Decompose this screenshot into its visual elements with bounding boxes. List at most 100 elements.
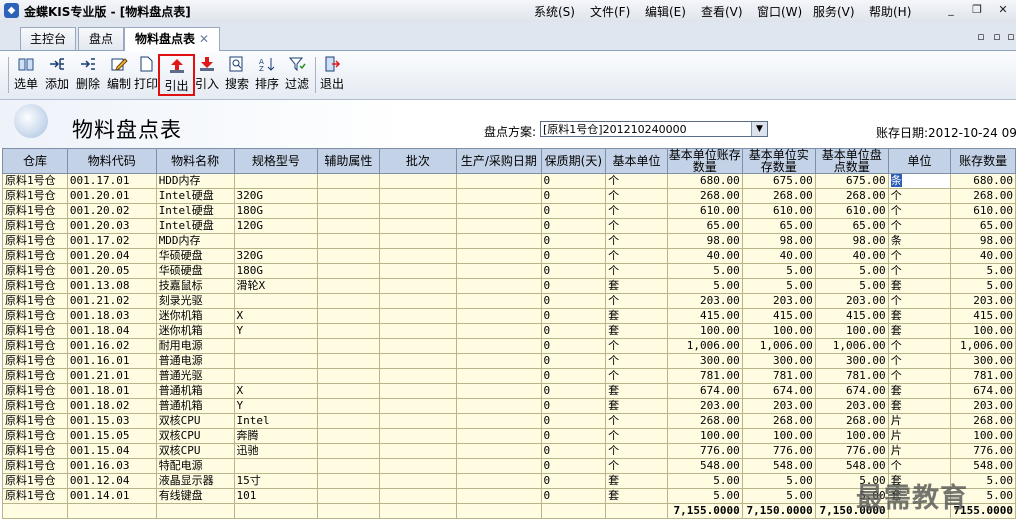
cell-material-name[interactable]: 迷你机箱 [155, 323, 235, 339]
cell-spec[interactable] [233, 353, 319, 369]
cell-warehouse[interactable]: 原料1号仓 [2, 173, 68, 189]
cell-spec[interactable] [233, 173, 319, 189]
cell-material-code[interactable]: 001.18.04 [66, 323, 157, 339]
cell-shelf-life[interactable]: 0 [540, 203, 607, 219]
cell-material-code[interactable]: 001.20.02 [66, 203, 157, 219]
cell-warehouse[interactable]: 原料1号仓 [2, 233, 68, 249]
cell-batch[interactable] [378, 323, 458, 339]
cell-base-unit[interactable]: 个 [605, 218, 668, 234]
cell-aux-attr[interactable] [317, 368, 380, 384]
cell-material-name[interactable]: MDD内存 [155, 233, 235, 249]
cell-book-qty[interactable]: 5.00 [666, 278, 743, 294]
cell-batch[interactable] [378, 248, 458, 264]
cell-shelf-life[interactable]: 0 [540, 368, 607, 384]
cell-actual-qty[interactable]: 268.00 [741, 413, 816, 429]
cell-material-name[interactable]: 普通机箱 [155, 398, 235, 414]
cell-prod-date[interactable] [456, 323, 542, 339]
table-row[interactable]: 原料1号仓 001.20.01 Intel硬盘 320G 0 个 268.00 268.00 2… [2, 188, 1016, 204]
cell-spec[interactable]: 迅驰 [233, 443, 319, 459]
export-button[interactable]: 引出 [158, 54, 195, 96]
cell-material-name[interactable]: Intel硬盘 [155, 218, 235, 234]
table-row[interactable]: 原料1号仓 001.20.02 Intel硬盘 180G 0 个 610.00 610.00 6… [2, 203, 1016, 219]
cell-batch[interactable] [378, 188, 458, 204]
cell-base-unit[interactable]: 个 [605, 443, 668, 459]
cell-warehouse[interactable]: 原料1号仓 [2, 278, 68, 294]
cell-count-qty[interactable]: 610.00 [814, 203, 889, 219]
col-unit[interactable]: 单位 [887, 148, 952, 174]
cell-book-qty[interactable]: 1,006.00 [666, 338, 743, 354]
cell-unit[interactable]: 条 [887, 233, 952, 249]
cell-actual-qty[interactable]: 5.00 [741, 278, 816, 294]
cell-book-qty-unit[interactable]: 415.00 [950, 308, 1016, 324]
table-row[interactable]: 原料1号仓 001.15.03 双核CPU Intel 0 个 268.00 268.00 26… [2, 413, 1016, 429]
cell-actual-qty[interactable]: 1,006.00 [741, 338, 816, 354]
cell-book-qty-unit[interactable]: 610.00 [950, 203, 1016, 219]
cell-warehouse[interactable]: 原料1号仓 [2, 338, 68, 354]
table-row[interactable]: 原料1号仓 001.16.02 耐用电源 0 个 1,006.00 1,006.00 1,00… [2, 338, 1016, 354]
cell-spec[interactable]: Intel [233, 413, 319, 429]
cell-count-qty[interactable]: 65.00 [814, 218, 889, 234]
cell-unit[interactable]: 个 [887, 203, 952, 219]
cell-warehouse[interactable]: 原料1号仓 [2, 488, 68, 504]
cell-prod-date[interactable] [456, 248, 542, 264]
cell-aux-attr[interactable] [317, 248, 380, 264]
cell-material-name[interactable]: 刻录光驱 [155, 293, 235, 309]
cell-prod-date[interactable] [456, 338, 542, 354]
cell-batch[interactable] [378, 278, 458, 294]
cell-book-qty-unit[interactable]: 776.00 [950, 443, 1016, 459]
cell-spec[interactable] [233, 233, 319, 249]
cell-material-name[interactable]: 普通电源 [155, 353, 235, 369]
cell-count-qty[interactable]: 781.00 [814, 368, 889, 384]
cell-base-unit[interactable]: 个 [605, 233, 668, 249]
cell-aux-attr[interactable] [317, 218, 380, 234]
cell-actual-qty[interactable]: 40.00 [741, 248, 816, 264]
cell-unit[interactable]: 片 [887, 428, 952, 444]
cell-unit[interactable]: 套 [887, 383, 952, 399]
table-row[interactable]: 原料1号仓 001.15.04 双核CPU 迅驰 0 个 776.00 776.00 776.0… [2, 443, 1016, 459]
cell-batch[interactable] [378, 458, 458, 474]
table-row[interactable]: 原料1号仓 001.15.05 双核CPU 奔腾 0 个 100.00 100.00 100.0… [2, 428, 1016, 444]
cell-prod-date[interactable] [456, 488, 542, 504]
cell-actual-qty[interactable]: 610.00 [741, 203, 816, 219]
cell-batch[interactable] [378, 173, 458, 189]
cell-aux-attr[interactable] [317, 458, 380, 474]
cell-batch[interactable] [378, 263, 458, 279]
cell-book-qty[interactable]: 674.00 [666, 383, 743, 399]
cell-spec[interactable]: Y [233, 323, 319, 339]
cell-count-qty[interactable]: 5.00 [814, 263, 889, 279]
cell-unit[interactable]: 个 [887, 218, 952, 234]
cell-base-unit[interactable]: 套 [605, 308, 668, 324]
cell-count-qty[interactable]: 268.00 [814, 188, 889, 204]
cell-spec[interactable]: 180G [233, 263, 319, 279]
cell-base-unit[interactable]: 个 [605, 293, 668, 309]
cell-batch[interactable] [378, 203, 458, 219]
cell-book-qty-unit[interactable]: 100.00 [950, 323, 1016, 339]
cell-spec[interactable]: 320G [233, 248, 319, 264]
cell-prod-date[interactable] [456, 173, 542, 189]
cell-book-qty[interactable]: 548.00 [666, 458, 743, 474]
cell-material-name[interactable]: 特配电源 [155, 458, 235, 474]
cell-count-qty[interactable]: 268.00 [814, 413, 889, 429]
col-prod-date[interactable]: 生产/采购日期 [456, 148, 542, 174]
cell-material-code[interactable]: 001.17.01 [66, 173, 157, 189]
table-row[interactable]: 原料1号仓 001.16.01 普通电源 0 个 300.00 300.00 300.00 个 3… [2, 353, 1016, 369]
cell-book-qty[interactable]: 98.00 [666, 233, 743, 249]
cell-material-code[interactable]: 001.12.04 [66, 473, 157, 489]
table-row[interactable]: 原料1号仓 001.20.03 Intel硬盘 120G 0 个 65.00 65.00 65.… [2, 218, 1016, 234]
cell-material-name[interactable]: 迷你机箱 [155, 308, 235, 324]
cell-unit[interactable]: 个 [887, 263, 952, 279]
table-row[interactable]: 原料1号仓 001.18.03 迷你机箱 X 0 套 415.00 415.00 415.00 套… [2, 308, 1016, 324]
cell-base-unit[interactable]: 个 [605, 353, 668, 369]
chevron-down-icon[interactable]: ▼ [751, 122, 767, 136]
cell-shelf-life[interactable]: 0 [540, 383, 607, 399]
cell-actual-qty[interactable]: 781.00 [741, 368, 816, 384]
cell-material-name[interactable]: Intel硬盘 [155, 203, 235, 219]
cell-aux-attr[interactable] [317, 308, 380, 324]
cell-material-name[interactable]: 华硕硬盘 [155, 263, 235, 279]
sort-button[interactable]: AZ 排序 [253, 54, 281, 96]
cell-shelf-life[interactable]: 0 [540, 443, 607, 459]
cell-prod-date[interactable] [456, 458, 542, 474]
cell-book-qty[interactable]: 268.00 [666, 188, 743, 204]
cell-prod-date[interactable] [456, 293, 542, 309]
cell-book-qty[interactable]: 268.00 [666, 413, 743, 429]
